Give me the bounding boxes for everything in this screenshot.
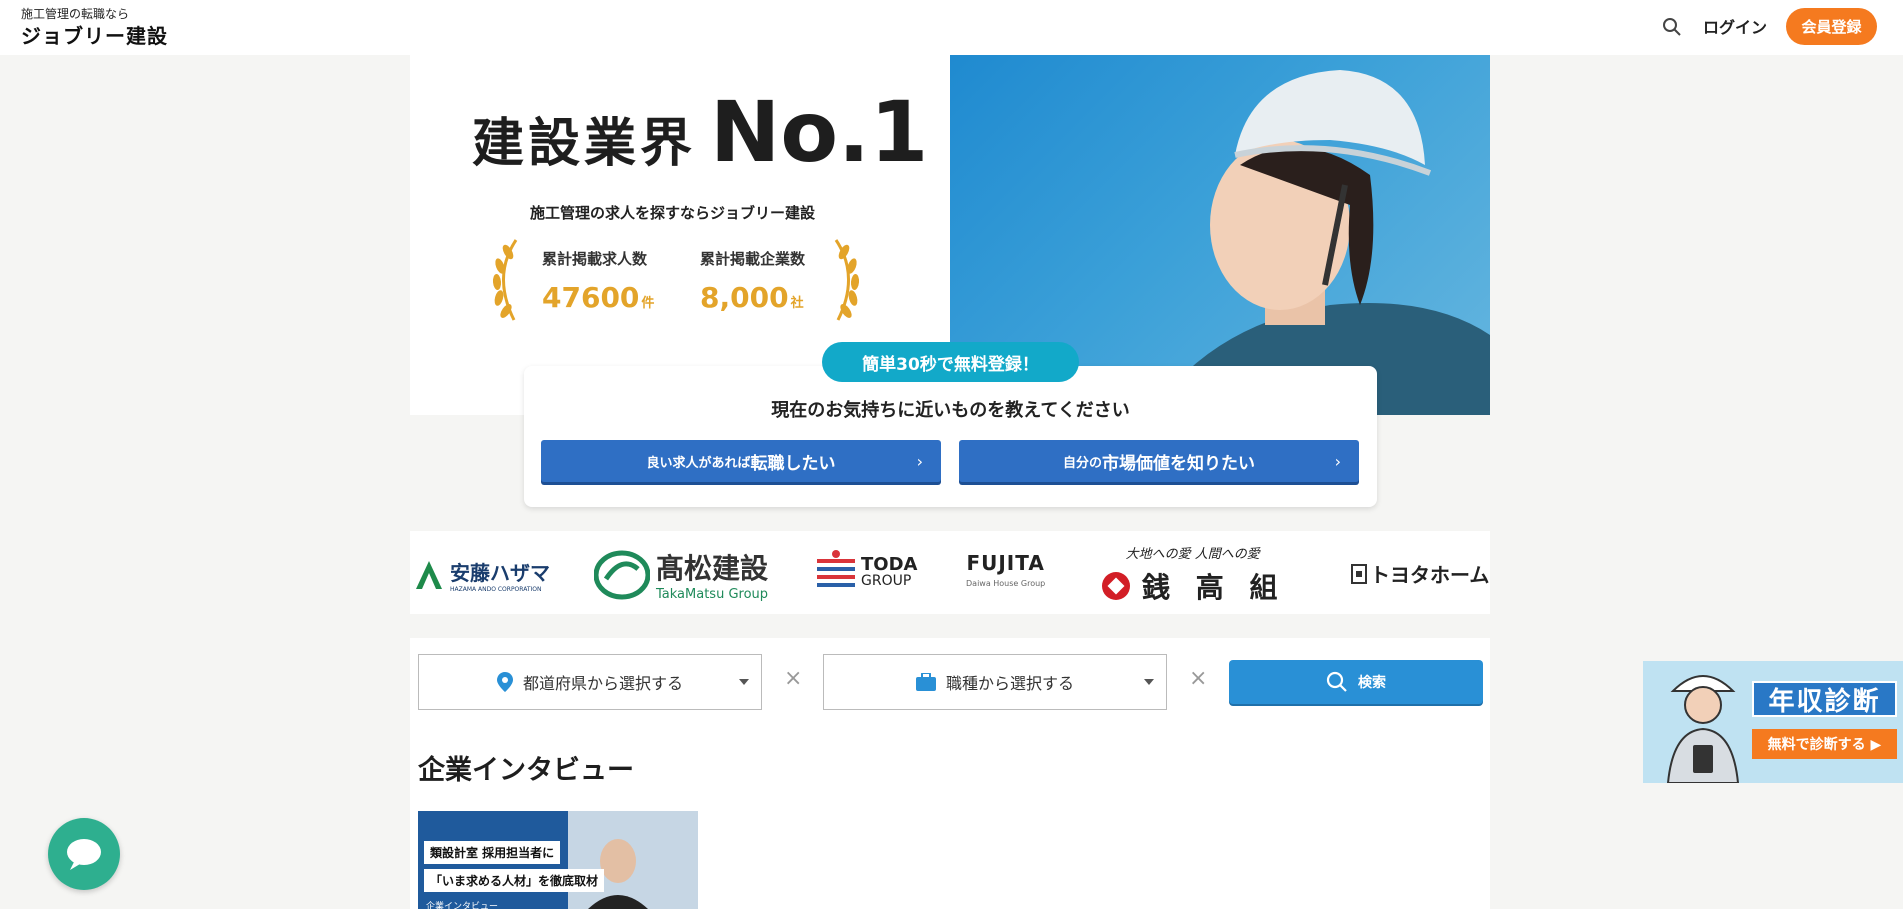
cta-market-value-button[interactable]: 自分の 市場価値を知りたい › bbox=[959, 440, 1359, 482]
company-logos-strip: 安藤ハザマ HAZAMA ANDO CORPORATION 髙松建設 TakaM… bbox=[410, 531, 1490, 614]
chat-button[interactable] bbox=[48, 818, 120, 890]
cta-badge: 簡単30秒で無料登録！ bbox=[822, 342, 1079, 382]
worker-illustration-icon bbox=[1666, 675, 1740, 783]
chevron-right-icon: › bbox=[916, 452, 923, 471]
dropdown-arrow-icon bbox=[1144, 679, 1154, 685]
takamatsu-mark-icon bbox=[594, 550, 650, 599]
search-icon[interactable] bbox=[1660, 15, 1684, 39]
site-header: 施工管理の転職なら ジョブリー建設 ログイン 会員登録 bbox=[0, 0, 1903, 55]
logo-fujita: FUJITA Daiwa House Group bbox=[966, 551, 1045, 588]
cta-question: 現在のお気持ちに近いものを教えてください bbox=[771, 400, 1130, 421]
stat-jobs-unit: 件 bbox=[641, 296, 655, 311]
login-link[interactable]: ログイン bbox=[1703, 14, 1767, 38]
cta-btn1-big: 転職したい bbox=[750, 453, 836, 474]
dropdown-arrow-icon bbox=[739, 679, 749, 685]
prefecture-select[interactable]: 都道府県から選択する bbox=[418, 654, 762, 710]
map-pin-icon bbox=[496, 672, 513, 692]
logo-takamatsu-sub: TakaMatsu Group bbox=[656, 587, 769, 602]
logo-takamatsu-name: 髙松建設 bbox=[656, 552, 769, 585]
zenitaka-mark-icon bbox=[1102, 572, 1130, 600]
stat-jobs-value: 47600 bbox=[542, 281, 640, 314]
cta-btn1-small: 良い求人があれば bbox=[646, 455, 751, 471]
stat-companies-unit: 社 bbox=[790, 296, 804, 311]
briefcase-icon bbox=[915, 673, 936, 691]
logo-toyota-home-name: トヨタホーム bbox=[1370, 563, 1490, 587]
toda-mark-icon bbox=[817, 550, 855, 587]
job-type-select-label: 職種から選択する bbox=[945, 674, 1074, 693]
ando-hazama-mark-icon bbox=[416, 561, 442, 589]
logo-toda-name: TODA bbox=[861, 554, 918, 575]
hero-title: 建設業界 No.1 bbox=[472, 83, 928, 181]
clear-job-type-button[interactable]: × bbox=[1189, 666, 1207, 691]
search-icon bbox=[1326, 671, 1347, 692]
cta-btn2-big: 市場価値を知りたい bbox=[1102, 453, 1255, 474]
interview-card-line2: 「いま求める人材」を徹底取材 bbox=[424, 869, 605, 892]
stat-jobs: 累計掲載求人数 47600 件 bbox=[542, 248, 654, 314]
salary-diagnosis-title: 年収診断 bbox=[1752, 681, 1897, 717]
interview-card-line1: 類設計室 採用担当者に bbox=[424, 841, 561, 864]
search-button[interactable]: 検索 bbox=[1229, 660, 1483, 704]
logo-ando-hazama: 安藤ハザマ HAZAMA ANDO CORPORATION bbox=[414, 557, 550, 593]
toyota-home-mark-icon bbox=[1351, 563, 1367, 584]
interview-card[interactable]: 類設計室 採用担当者に 「いま求める人材」を徹底取材 企業インタビュー bbox=[418, 811, 698, 909]
logo-toyota-home: トヨタホーム bbox=[1350, 559, 1489, 588]
interviews-title: 企業インタビュー bbox=[418, 755, 634, 786]
logo-toda-sub: GROUP bbox=[861, 573, 912, 589]
salary-diagnosis-banner[interactable]: 年収診断 無料で診断する ▶ bbox=[1643, 661, 1903, 783]
hero-title-rank: No.1 bbox=[710, 83, 929, 181]
stat-companies-value: 8,000 bbox=[700, 281, 789, 314]
logo-fujita-name: FUJITA bbox=[966, 551, 1045, 575]
site-logo[interactable]: ジョブリー建設 bbox=[21, 20, 168, 49]
salary-diagnosis-button[interactable]: 無料で診断する ▶ bbox=[1752, 729, 1897, 759]
job-type-select[interactable]: 職種から選択する bbox=[823, 654, 1167, 710]
logo-zenitaka-name: 銭 高 組 bbox=[1142, 571, 1286, 604]
cta-panel bbox=[524, 366, 1377, 507]
logo-ando-hazama-sub: HAZAMA ANDO CORPORATION bbox=[450, 586, 542, 593]
laurel-right-icon bbox=[834, 239, 860, 321]
cta-btn2-small: 自分の bbox=[1062, 455, 1102, 471]
chevron-right-icon: › bbox=[1334, 452, 1341, 471]
register-button[interactable]: 会員登録 bbox=[1786, 8, 1877, 45]
logo-toda: TODA GROUP bbox=[815, 549, 917, 595]
hero-title-text: 建設業界 bbox=[472, 114, 697, 174]
search-button-label: 検索 bbox=[1358, 675, 1386, 691]
hero-subtitle: 施工管理の求人を探すならジョブリー建設 bbox=[530, 204, 816, 222]
logo-zenitaka: 大地への愛 人間への愛 銭 高 組 bbox=[1100, 543, 1286, 606]
logo-takamatsu: 髙松建設 TakaMatsu Group bbox=[594, 547, 768, 602]
cta-change-job-button[interactable]: 良い求人があれば 転職したい › bbox=[541, 440, 941, 482]
laurel-left-icon bbox=[492, 239, 518, 321]
chat-bubble-icon bbox=[67, 839, 101, 870]
clear-prefecture-button[interactable]: × bbox=[784, 666, 802, 691]
interview-card-line3: 企業インタビュー bbox=[426, 902, 499, 909]
logo-ando-hazama-name: 安藤ハザマ bbox=[450, 561, 550, 585]
stat-jobs-label: 累計掲載求人数 bbox=[542, 250, 648, 268]
stat-companies-label: 累計掲載企業数 bbox=[700, 250, 806, 268]
logo-fujita-sub: Daiwa House Group bbox=[966, 579, 1046, 588]
prefecture-select-label: 都道府県から選択する bbox=[522, 674, 683, 693]
stat-companies: 累計掲載企業数 8,000 社 bbox=[700, 248, 805, 314]
logo-zenitaka-sub: 大地への愛 人間への愛 bbox=[1125, 547, 1260, 562]
